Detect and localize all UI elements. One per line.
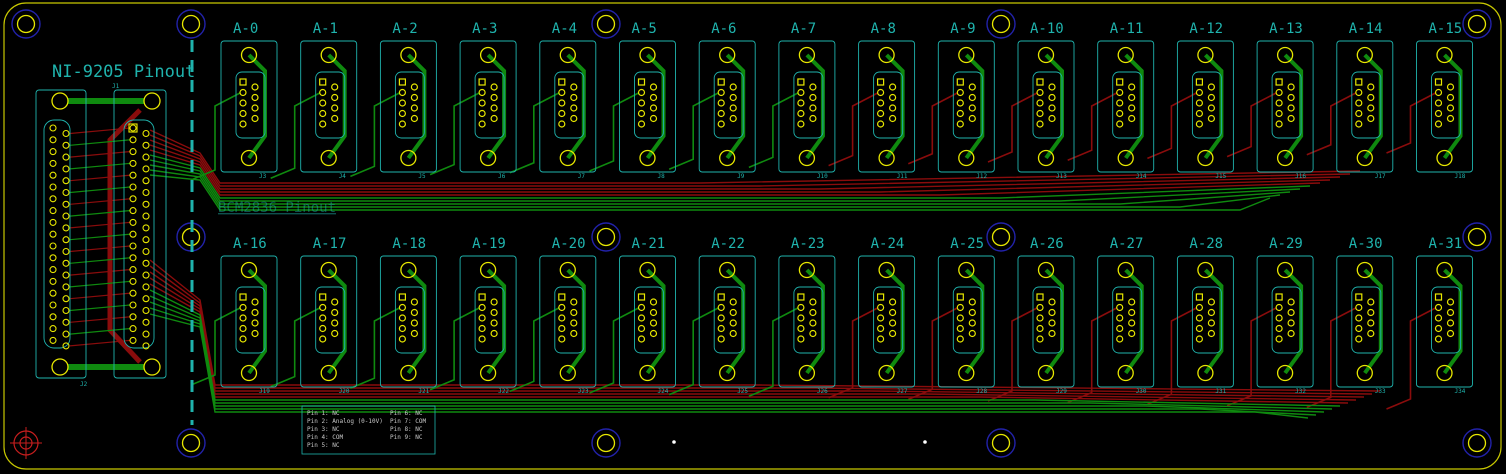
connector-ref: J34 [1455,388,1466,395]
connector-label: A-23 [791,236,825,252]
connector-ref: J7 [578,173,586,180]
mounting-hole-icon [986,222,1016,252]
connector-label: A-26 [1030,236,1064,252]
connector-label: A-17 [313,236,347,252]
legend-left-2: Pin 3: NC [307,426,340,433]
connector-label: A-0 [233,21,258,37]
connector-label: A-27 [1110,236,1144,252]
connector-ref: J26 [817,388,828,395]
connector-ref: J28 [976,388,987,395]
connector-label: A-16 [233,236,267,252]
connector-ref: J15 [1215,173,1226,180]
connector-label: A-22 [711,236,745,252]
connector-ref: J24 [658,388,669,395]
connector-label: A-25 [950,236,984,252]
mounting-hole-icon [591,9,621,39]
connector-ref: J23 [578,388,589,395]
connector-label: A-29 [1269,236,1303,252]
connector-ref: J10 [817,173,828,180]
legend-right-2: Pin 8: NC [390,426,423,433]
dsub-connector-array: A-0 J3 A-1 J4 A-2 J5 A-3 J6 A-4 J7 A-5 J8 A-6 J9 A-7 J1… [220,21,1473,395]
origin-target-icon [10,427,42,459]
connector-ref: J30 [1136,388,1147,395]
connector-ref: J19 [259,388,270,395]
connector-label: A-18 [392,236,426,252]
connector-label: A-24 [871,236,905,252]
connector-ref: J13 [1056,173,1067,180]
fiducial-dot [672,440,676,444]
silk-text: BCM2836 Pinout [218,200,336,216]
legend-right-3: Pin 9: NC [390,434,423,441]
connector-label: A-31 [1429,236,1463,252]
connector-label: A-13 [1269,21,1303,37]
fiducial-dot [923,440,927,444]
connector-label: A-28 [1189,236,1223,252]
connector-label: A-9 [950,21,975,37]
connector-ref: J20 [339,388,350,395]
connector-label: A-14 [1349,21,1383,37]
pcb-board: A-0 J3 A-1 J4 A-2 J5 A-3 J6 A-4 J7 A-5 J8 A-6 J9 A-7 J1… [3,2,1502,470]
main-conn-ref-bottom: J2 [80,381,88,388]
connector-ref: J18 [1455,173,1466,180]
connector-label: A-8 [871,21,896,37]
connector-ref: J33 [1375,388,1386,395]
mounting-hole-icon [1462,222,1492,252]
connector-ref: J16 [1295,173,1306,180]
connector-ref: J11 [897,173,908,180]
connector-label: A-30 [1349,236,1383,252]
connector-label: A-4 [552,21,577,37]
mounting-hole-icon [986,428,1016,458]
connector-ref: J12 [976,173,987,180]
main-conn-ref-top: J1 [112,83,120,90]
bottom-copper-layer [69,92,1436,410]
pin-legend: Pin 1: NC Pin 2: Analog (0-10V) Pin 3: N… [301,405,436,455]
connector-ref: J3 [259,173,267,180]
connector-ref: J9 [737,173,745,180]
connector-label: A-19 [472,236,506,252]
mounting-hole-icon [11,9,41,39]
mounting-hole-icon [591,428,621,458]
connector-label: A-15 [1429,21,1463,37]
connector-ref: J6 [498,173,506,180]
connector-label: A-1 [313,21,338,37]
mounting-hole-icon [986,9,1016,39]
legend-right-0: Pin 6: NC [390,410,423,417]
connector-label: A-6 [711,21,736,37]
connector-ref: J29 [1056,388,1067,395]
mounting-hole-icon [1462,9,1492,39]
connector-ref: J25 [737,388,748,395]
connector-label: A-12 [1189,21,1223,37]
legend-left-3: Pin 4: COM [307,434,344,441]
connector-ref: J14 [1136,173,1147,180]
connector-ref: J17 [1375,173,1386,180]
connector-ref: J32 [1295,388,1306,395]
connector-label: A-11 [1110,21,1144,37]
connector-ref: J5 [418,173,426,180]
legend-left-0: Pin 1: NC [307,410,340,417]
connector-ref: J22 [498,388,509,395]
legend-right-1: Pin 7: COM [390,418,427,425]
connector-label: A-10 [1030,21,1064,37]
mounting-hole-icon [1462,428,1492,458]
main-connector-group [35,89,167,379]
connector-ref: J21 [418,388,429,395]
connector-label: A-3 [472,21,497,37]
legend-left-4: Pin 5: NC [307,442,340,449]
board-title: NI-9205 Pinout [52,62,195,82]
connector-label: A-7 [791,21,816,37]
connector-label: A-5 [632,21,657,37]
connector-label: A-20 [552,236,586,252]
connector-label: A-21 [632,236,666,252]
mounting-hole-icon [591,222,621,252]
connector-label: A-2 [392,21,417,37]
connector-ref: J4 [339,173,347,180]
mounting-hole-icon [176,9,206,39]
mounting-hole-icon [176,428,206,458]
connector-ref: J27 [897,388,908,395]
connector-ref: J8 [658,173,666,180]
connector-ref: J31 [1215,388,1226,395]
legend-left-1: Pin 2: Analog (0-10V) [307,418,383,425]
